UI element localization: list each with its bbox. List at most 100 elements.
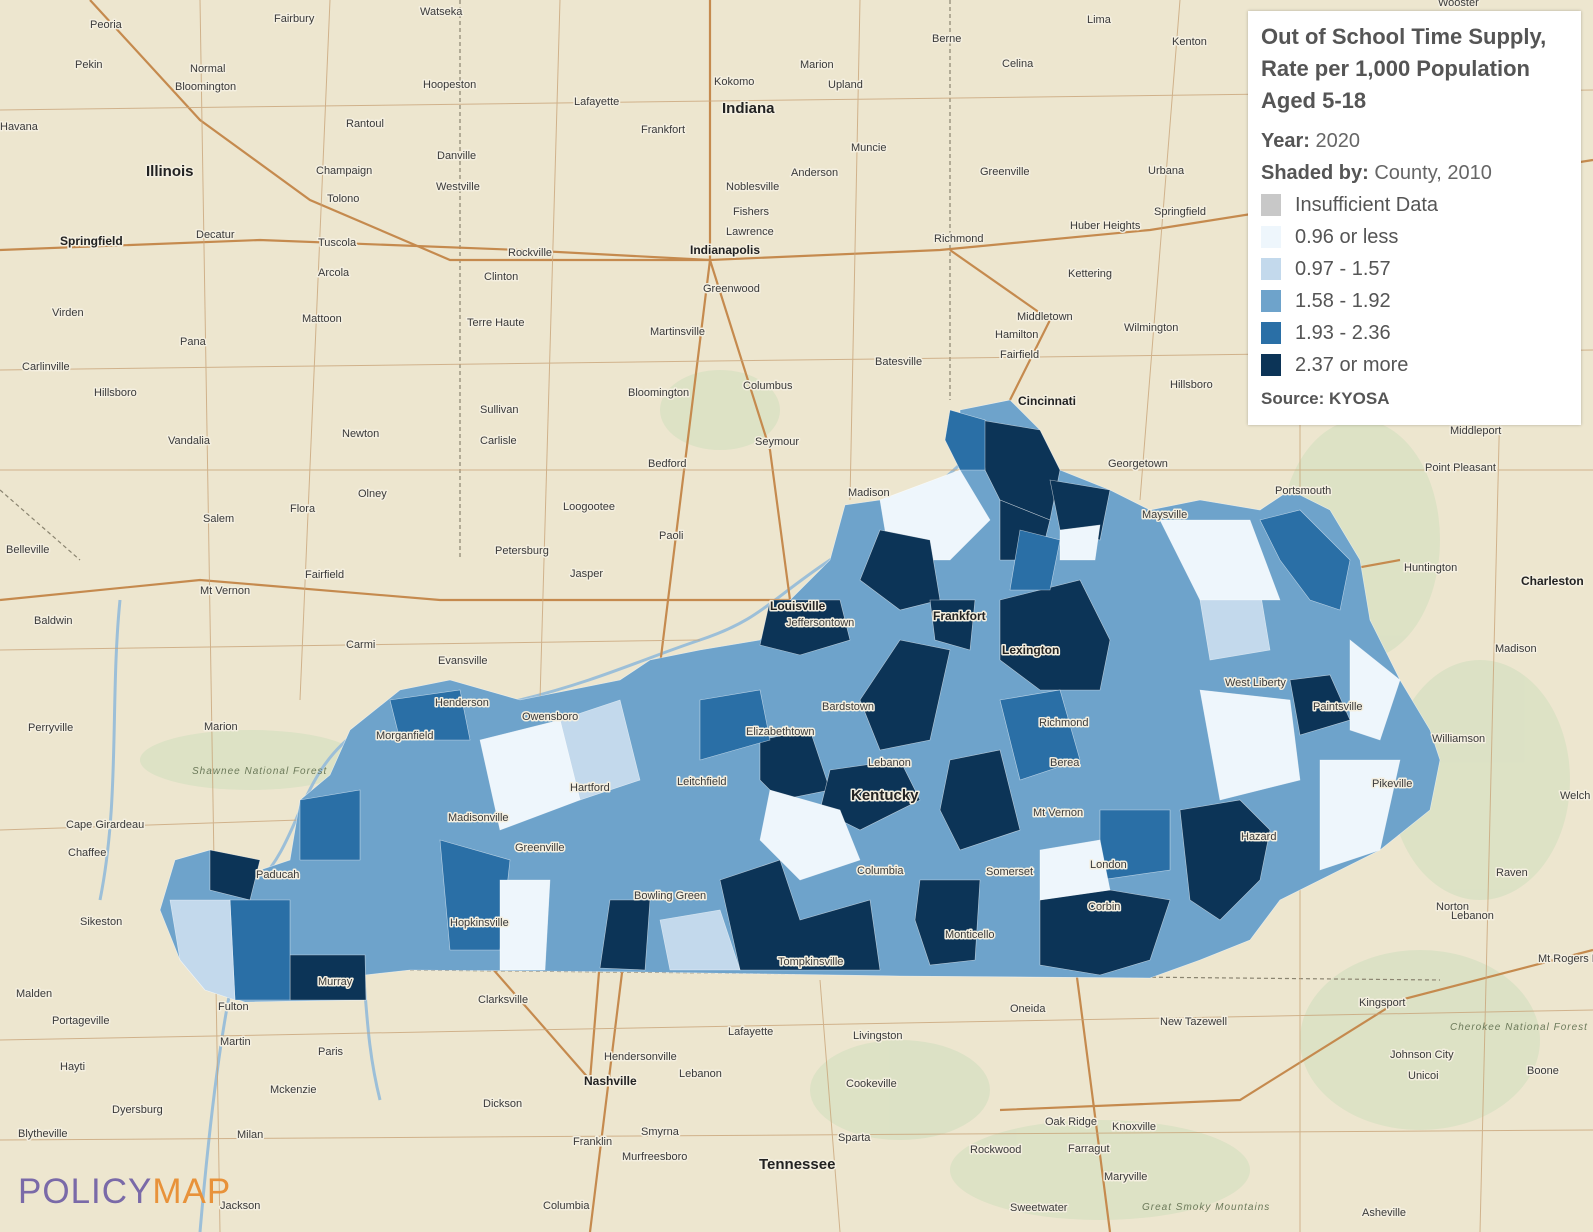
legend-item-2-37-or-more[interactable]: 2.37 or more (1261, 349, 1569, 381)
city-label: Petersburg (495, 545, 549, 557)
city-label: Martin (220, 1036, 251, 1048)
city-label: Rantoul (346, 118, 384, 130)
city-label: Lebanon (868, 757, 911, 769)
legend-item-1-93-2-36[interactable]: 1.93 - 2.36 (1261, 317, 1569, 349)
city-label: Elizabethtown (746, 726, 815, 738)
city-label: Madisonville (448, 812, 509, 824)
city-label: Sweetwater (1010, 1202, 1068, 1214)
legend-item-0-97-1-57[interactable]: 0.97 - 1.57 (1261, 253, 1569, 285)
city-label: Carlisle (480, 435, 517, 447)
city-label: Clarksville (478, 994, 528, 1006)
city-label: Sullivan (480, 404, 519, 416)
city-label: Frankfort (641, 124, 685, 136)
legend-item-0-96-or-less[interactable]: 0.96 or less (1261, 221, 1569, 253)
city-label: Owensboro (522, 711, 578, 723)
city-label: New Tazewell (1160, 1016, 1227, 1028)
city-label: Madison (848, 487, 890, 499)
city-label: Martinsville (650, 326, 705, 338)
city-label: Richmond (1039, 717, 1089, 729)
city-label: Lebanon (1451, 910, 1494, 922)
city-label: Loogootee (563, 501, 615, 513)
city-label: Malden (16, 988, 52, 1000)
city-label: Murfreesboro (622, 1151, 687, 1163)
city-label: Dyersburg (112, 1104, 163, 1116)
city-label: Oneida (1010, 1003, 1046, 1015)
city-label: Greenville (515, 842, 565, 854)
city-label: Normal (190, 63, 225, 75)
city-label: Knoxville (1112, 1121, 1156, 1133)
city-label: Hoopeston (423, 79, 476, 91)
city-label: Boone (1527, 1065, 1559, 1077)
city-label: Lafayette (728, 1026, 773, 1038)
city-label: Columbia (543, 1200, 590, 1212)
city-label: Hazard (1241, 831, 1276, 843)
city-label: Williamson (1432, 733, 1485, 745)
legend-item-insufficient[interactable]: Insufficient Data (1261, 189, 1569, 221)
legend-year: Year: 2020 (1261, 125, 1569, 157)
state-label-indiana: Indiana (722, 100, 775, 117)
legend-item-label: 1.58 - 1.92 (1295, 289, 1391, 312)
city-label: Newton (342, 428, 379, 440)
city-label: Huntington (1404, 562, 1457, 574)
city-label: Carmi (346, 639, 375, 651)
city-label: Arcola (318, 267, 350, 279)
city-label: Hillsboro (94, 387, 137, 399)
city-label: Tuscola (318, 237, 357, 249)
city-label: Pikeville (1372, 778, 1412, 790)
city-label: Pekin (75, 59, 103, 71)
city-label: Farragut (1068, 1143, 1110, 1155)
city-label: Fairfield (1000, 349, 1039, 361)
logo-part-map: MAP (152, 1172, 232, 1211)
city-label: Marion (800, 59, 834, 71)
city-label: Huber Heights (1070, 220, 1141, 232)
city-label: Jeffersontown (786, 617, 854, 629)
city-label: Wilmington (1124, 322, 1178, 334)
city-label: Livingston (853, 1030, 903, 1042)
policymap-logo[interactable]: POLICYMAP (18, 1172, 231, 1212)
legend-source: Source: KYOSA (1261, 389, 1390, 408)
city-label: Danville (437, 150, 476, 162)
city-label: Anderson (791, 167, 838, 179)
city-label: Greenwood (703, 283, 760, 295)
city-label: Smyrna (641, 1126, 680, 1138)
city-label: Paris (318, 1046, 344, 1058)
city-label: Evansville (438, 655, 488, 667)
city-label: Cookeville (846, 1078, 897, 1090)
legend-item-label: 0.97 - 1.57 (1295, 257, 1391, 280)
city-label: Baldwin (34, 615, 73, 627)
city-label: Maryville (1104, 1171, 1147, 1183)
city-label: Berne (932, 33, 961, 45)
city-label: Muncie (851, 142, 886, 154)
city-label: Johnson City (1390, 1049, 1454, 1061)
city-label: Fishers (733, 206, 770, 218)
city-label: Springfield (60, 234, 123, 248)
city-label: Portageville (52, 1015, 109, 1027)
city-label: Welch (1560, 790, 1590, 802)
city-label: Sikeston (80, 916, 122, 928)
city-label: Virden (52, 307, 84, 319)
city-label: Mt Vernon (1033, 807, 1083, 819)
city-label: Blytheville (18, 1128, 68, 1140)
city-label: Jasper (570, 568, 603, 580)
city-label: Columbia (857, 865, 904, 877)
city-label: Berea (1050, 757, 1080, 769)
city-label: Murray (318, 976, 353, 988)
city-label: Fulton (218, 1001, 249, 1013)
city-label: Monticello (945, 929, 995, 941)
city-label: Marion (204, 721, 238, 733)
county-graves-area (229, 899, 291, 1001)
city-label: Bardstown (822, 701, 874, 713)
city-label: Olney (358, 488, 387, 500)
legend-swatch (1261, 290, 1281, 312)
city-label: Bedford (648, 458, 687, 470)
city-label: Columbus (743, 380, 793, 392)
city-label: Mt Rogers Recreation (1538, 953, 1593, 965)
city-label: Paoli (659, 530, 683, 542)
city-label: Unicoi (1408, 1070, 1439, 1082)
city-label: Hendersonville (604, 1051, 677, 1063)
legend-shaded-value: County, 2010 (1374, 162, 1492, 184)
legend-item-1-58-1-92[interactable]: 1.58 - 1.92 (1261, 285, 1569, 317)
city-label: Dickson (483, 1098, 522, 1110)
city-label: Rockwood (970, 1144, 1021, 1156)
city-label: Carlinville (22, 361, 70, 373)
